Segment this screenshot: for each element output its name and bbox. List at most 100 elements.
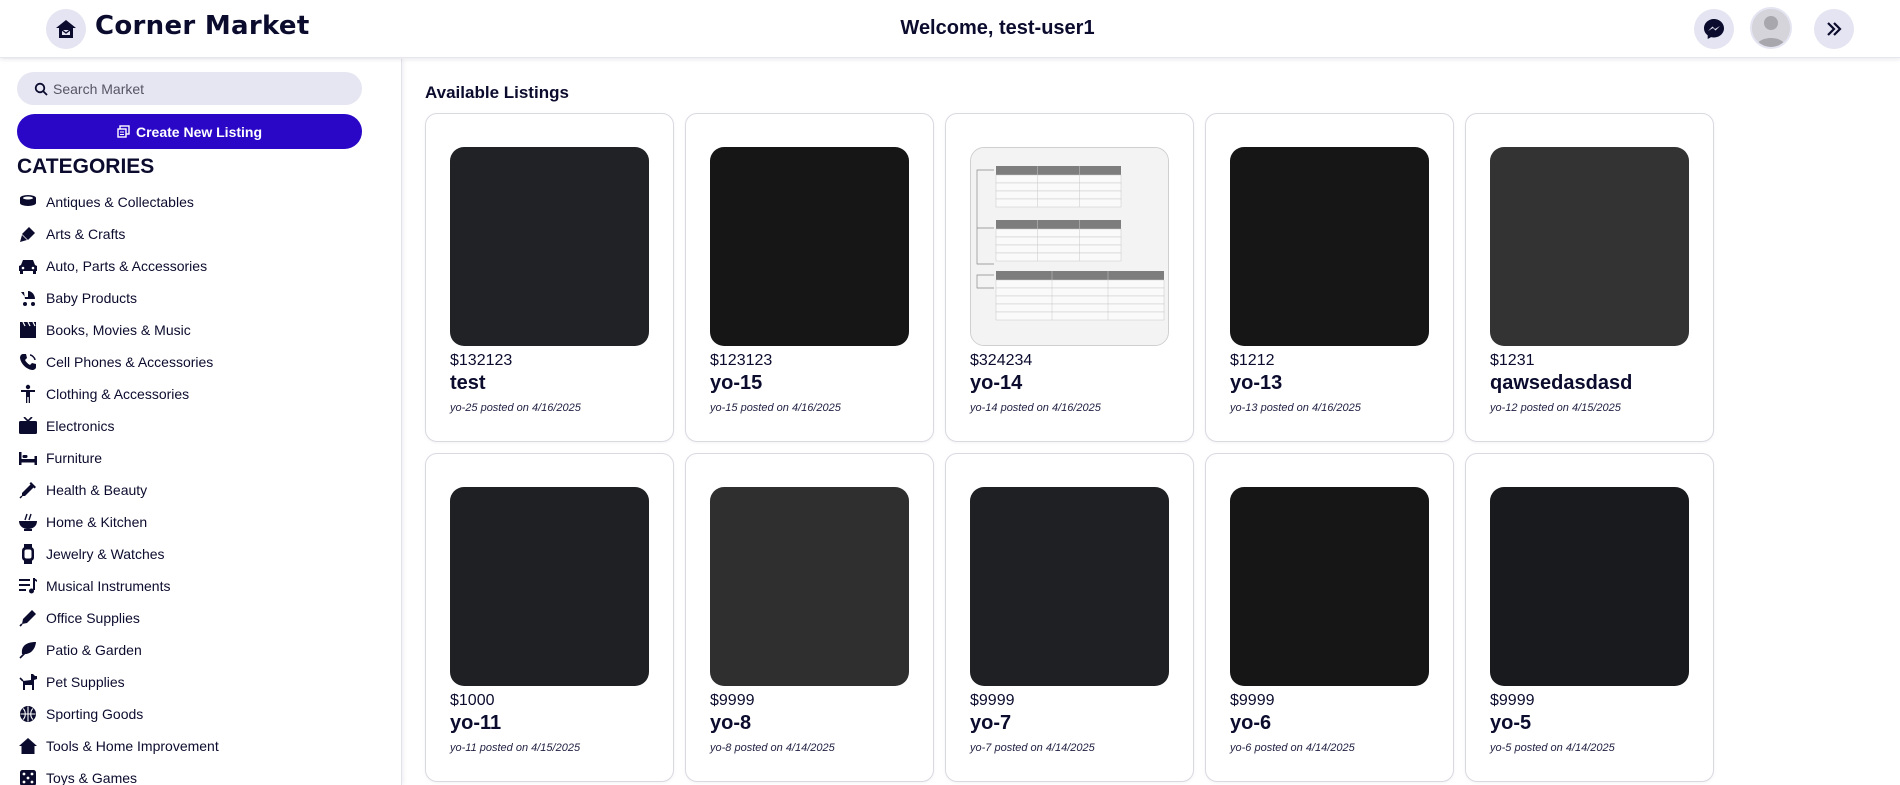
pen-icon: [18, 608, 38, 628]
listing-title[interactable]: yo-6: [1230, 712, 1271, 735]
listing-price: $9999: [710, 692, 755, 709]
watch-icon: [18, 544, 38, 564]
basketball-icon: [18, 704, 38, 724]
bowl-icon: [18, 512, 38, 532]
listing-card[interactable]: $1231 qawsedasdasd yo-12 posted on 4/15/20…: [1465, 113, 1714, 442]
listing-meta: yo-8 posted on 4/14/2025: [710, 742, 835, 754]
listing-title[interactable]: yo-15: [710, 372, 762, 395]
category-item[interactable]: Jewelry & Watches: [18, 538, 388, 570]
listing-meta: yo-6 posted on 4/14/2025: [1230, 742, 1355, 754]
listing-image[interactable]: [710, 147, 909, 346]
listing-image[interactable]: [1230, 487, 1429, 686]
category-label: Arts & Crafts: [46, 226, 126, 242]
listing-meta: yo-25 posted on 4/16/2025: [450, 402, 581, 414]
listing-title[interactable]: qawsedasdasd: [1490, 372, 1632, 395]
antique-icon: [18, 192, 38, 212]
category-item[interactable]: Baby Products: [18, 282, 388, 314]
expand-button[interactable]: [1814, 9, 1854, 49]
listing-meta: yo-14 posted on 4/16/2025: [970, 402, 1101, 414]
category-item[interactable]: Musical Instruments: [18, 570, 388, 602]
category-label: Electronics: [46, 418, 115, 434]
messenger-button[interactable]: [1694, 9, 1734, 49]
listing-card[interactable]: $9999 yo-6 yo-6 posted on 4/14/2025: [1205, 453, 1454, 782]
category-label: Clothing & Accessories: [46, 386, 190, 402]
listing-title[interactable]: yo-11: [450, 712, 501, 735]
category-item[interactable]: Patio & Garden: [18, 634, 388, 666]
listing-image[interactable]: [710, 487, 909, 686]
welcome-message: Welcome, test-user1: [900, 17, 1095, 39]
listing-card[interactable]: $9999 yo-5 yo-5 posted on 4/14/2025: [1465, 453, 1714, 782]
listing-title[interactable]: test: [450, 372, 486, 395]
category-label: Tools & Home Improvement: [46, 738, 219, 754]
clapperboard-icon: [18, 320, 38, 340]
bed-icon: [18, 448, 38, 468]
listing-image[interactable]: [450, 147, 649, 346]
category-item[interactable]: Furniture: [18, 442, 388, 474]
listing-price: $132123: [450, 352, 513, 369]
messenger-icon: [1704, 19, 1724, 39]
listing-meta: yo-7 posted on 4/14/2025: [970, 742, 1095, 754]
top-header: Corner Market Welcome, test-user1: [0, 0, 1900, 58]
listing-price: $1000: [450, 692, 495, 709]
category-item[interactable]: Toys & Games: [18, 762, 388, 785]
category-item[interactable]: Antiques & Collectables: [18, 186, 388, 218]
tv-icon: [18, 416, 38, 436]
search-input[interactable]: [53, 80, 353, 97]
category-item[interactable]: Electronics: [18, 410, 388, 442]
paint-brush-icon: [18, 224, 38, 244]
person-icon: [18, 384, 38, 404]
listing-card[interactable]: $324234 yo-14 yo-14 posted on 4/16/2025: [945, 113, 1194, 442]
listing-image[interactable]: [970, 147, 1169, 346]
create-listing-button[interactable]: Create New Listing: [17, 114, 362, 149]
user-avatar[interactable]: [1750, 7, 1792, 49]
category-label: Antiques & Collectables: [46, 194, 194, 210]
listing-card[interactable]: $123123 yo-15 yo-15 posted on 4/16/2025: [685, 113, 934, 442]
listing-title[interactable]: yo-14: [970, 372, 1022, 395]
listing-price: $123123: [710, 352, 773, 369]
sidebar: Create New Listing CATEGORIES Antiques &…: [0, 59, 402, 785]
category-item[interactable]: Auto, Parts & Accessories: [18, 250, 388, 282]
category-label: Home & Kitchen: [46, 514, 148, 530]
category-label: Auto, Parts & Accessories: [46, 258, 208, 274]
category-item[interactable]: Pet Supplies: [18, 666, 388, 698]
stroller-icon: [18, 288, 38, 308]
category-item[interactable]: Home & Kitchen: [18, 506, 388, 538]
listing-title[interactable]: yo-7: [970, 712, 1011, 735]
category-item[interactable]: Books, Movies & Music: [18, 314, 388, 346]
category-item[interactable]: Cell Phones & Accessories: [18, 346, 388, 378]
listing-image[interactable]: [450, 487, 649, 686]
listing-image[interactable]: [1230, 147, 1429, 346]
car-icon: [18, 256, 38, 276]
listing-card[interactable]: $132123 test yo-25 posted on 4/16/2025: [425, 113, 674, 442]
listing-image[interactable]: [1490, 487, 1689, 686]
listing-image[interactable]: [1490, 147, 1689, 346]
listing-price: $9999: [970, 692, 1015, 709]
listing-card[interactable]: $9999 yo-7 yo-7 posted on 4/14/2025: [945, 453, 1194, 782]
category-label: Office Supplies: [46, 610, 140, 626]
category-label: Furniture: [46, 450, 103, 466]
listing-card[interactable]: $9999 yo-8 yo-8 posted on 4/14/2025: [685, 453, 934, 782]
category-label: Health & Beauty: [46, 482, 148, 498]
user-avatar-icon: [1752, 9, 1790, 47]
category-item[interactable]: Health & Beauty: [18, 474, 388, 506]
search-icon: [34, 82, 48, 96]
category-list: Antiques & Collectables Arts & Crafts Auto…: [18, 186, 388, 785]
category-item[interactable]: Clothing & Accessories: [18, 378, 388, 410]
listing-title[interactable]: yo-8: [710, 712, 751, 735]
search-bar[interactable]: [17, 72, 362, 105]
listing-title[interactable]: yo-13: [1230, 372, 1282, 395]
listing-meta: yo-13 posted on 4/16/2025: [1230, 402, 1361, 414]
category-item[interactable]: Sporting Goods: [18, 698, 388, 730]
listing-image[interactable]: [970, 487, 1169, 686]
dog-icon: [18, 672, 38, 692]
category-item[interactable]: Tools & Home Improvement: [18, 730, 388, 762]
listing-price: $1212: [1230, 352, 1275, 369]
listing-title[interactable]: yo-5: [1490, 712, 1531, 735]
listing-meta: yo-15 posted on 4/16/2025: [710, 402, 841, 414]
category-item[interactable]: Arts & Crafts: [18, 218, 388, 250]
category-item[interactable]: Office Supplies: [18, 602, 388, 634]
listing-card[interactable]: $1212 yo-13 yo-13 posted on 4/16/2025: [1205, 113, 1454, 442]
category-label: Sporting Goods: [46, 706, 144, 722]
leaf-icon: [18, 640, 38, 660]
listing-card[interactable]: $1000 yo-11 yo-11 posted on 4/15/2025: [425, 453, 674, 782]
